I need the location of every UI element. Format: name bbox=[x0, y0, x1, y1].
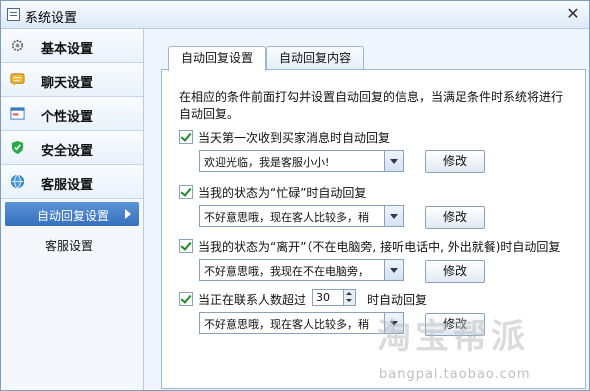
watermark-url: bangpai.taobao.com bbox=[379, 367, 531, 382]
rule-4-checkbox[interactable] bbox=[179, 292, 193, 306]
rule-3-reply-select[interactable]: 不好意思哦，我现在不在电脑旁， bbox=[199, 259, 404, 281]
rule-4-label-before: 当正在联系人数超过 bbox=[198, 293, 307, 307]
sidebar-item-service[interactable]: 客服设置 bbox=[1, 165, 143, 199]
sidebar-item-label: 个性设置 bbox=[41, 110, 94, 125]
rule-3-label: 当我的状态为“离开”（不在电脑旁, 接听电话中, 外出就餐)时自动回复 bbox=[198, 240, 561, 254]
sidebar-item-label: 聊天设置 bbox=[41, 76, 94, 91]
close-button[interactable]: ✕ bbox=[565, 5, 581, 23]
tab-auto-reply-content[interactable]: 自动回复内容 bbox=[266, 46, 364, 70]
sidebar-subitem-auto-reply[interactable]: 自动回复设置 bbox=[5, 202, 139, 226]
chat-icon bbox=[10, 73, 25, 87]
panel-description: 在相应的条件前面打勾并设置自动回复的信息，当满足条件时系统将进行自动回复。 bbox=[179, 90, 564, 121]
sidebar-item-basic[interactable]: 基本设置 bbox=[1, 29, 143, 63]
window-title: 系统设置 bbox=[25, 11, 78, 26]
rule-3-edit-button[interactable]: 修改 bbox=[425, 260, 485, 283]
window-icon bbox=[10, 107, 25, 120]
sidebar-item-chat[interactable]: 聊天设置 bbox=[1, 63, 143, 97]
rule-2-label: 当我的状态为“忙碌”时自动回复 bbox=[198, 186, 367, 200]
rule-2-edit-button[interactable]: 修改 bbox=[425, 206, 485, 229]
rule-1-reply-value: 欢迎光临，我是客服小小! bbox=[204, 156, 330, 169]
shield-icon bbox=[11, 140, 24, 155]
chevron-down-icon[interactable] bbox=[384, 260, 403, 280]
watermark: 淘宝帮派 bangpai.taobao.com bbox=[373, 307, 589, 391]
globe-icon bbox=[10, 174, 25, 189]
rule-4-label-after: 时自动回复 bbox=[367, 293, 428, 307]
sidebar-item-label: 基本设置 bbox=[41, 42, 94, 57]
rule-2-reply-select[interactable]: 不好意思哦，现在客人比较多，稍 bbox=[199, 205, 404, 227]
tab-auto-reply-settings[interactable]: 自动回复设置 bbox=[168, 46, 266, 71]
rule-1-checkbox[interactable] bbox=[179, 130, 193, 144]
sidebar-subitem-label: 自动回复设置 bbox=[37, 209, 110, 223]
sidebar-item-security[interactable]: 安全设置 bbox=[1, 131, 143, 165]
rule-2-reply-value: 不好意思哦，现在客人比较多，稍 bbox=[204, 211, 369, 224]
rule-2-checkbox[interactable] bbox=[179, 185, 193, 199]
stepper-arrows-icon[interactable] bbox=[343, 290, 355, 305]
sidebar-item-label: 安全设置 bbox=[41, 144, 94, 159]
sidebar-item-personal[interactable]: 个性设置 bbox=[1, 97, 143, 131]
rule-1-edit-button[interactable]: 修改 bbox=[425, 150, 485, 173]
chevron-down-icon[interactable] bbox=[384, 151, 403, 171]
sidebar-subitem-service-settings[interactable]: 客服设置 bbox=[5, 232, 139, 256]
window-icon bbox=[7, 8, 20, 21]
rule-3-checkbox[interactable] bbox=[179, 239, 193, 253]
chevron-down-icon[interactable] bbox=[384, 206, 403, 226]
watermark-text: 淘宝帮派 bbox=[377, 317, 529, 357]
sidebar-subitem-label: 客服设置 bbox=[45, 239, 94, 253]
gear-icon bbox=[11, 39, 24, 52]
chevron-right-icon bbox=[125, 209, 131, 219]
sidebar-item-label: 客服设置 bbox=[41, 178, 94, 193]
settings-window: 系统设置 ✕ 基本设置 聊天设置 个性设置 安全设置 客服设置 自动回复设置 客… bbox=[0, 0, 590, 391]
rule-1-reply-select[interactable]: 欢迎光临，我是客服小小! bbox=[199, 150, 404, 172]
rule-3-reply-value: 不好意思哦，我现在不在电脑旁， bbox=[204, 265, 369, 278]
contact-count-value: 30 bbox=[316, 291, 330, 304]
title-bar: 系统设置 ✕ bbox=[1, 1, 589, 29]
rule-1-label: 当天第一次收到买家消息时自动回复 bbox=[198, 131, 391, 145]
sidebar: 基本设置 聊天设置 个性设置 安全设置 客服设置 自动回复设置 客服设置 bbox=[1, 29, 144, 390]
contact-count-stepper[interactable]: 30 bbox=[312, 289, 356, 306]
rule-4-reply-value: 不好意思哦，现在客人比较多，稍 bbox=[204, 318, 369, 331]
